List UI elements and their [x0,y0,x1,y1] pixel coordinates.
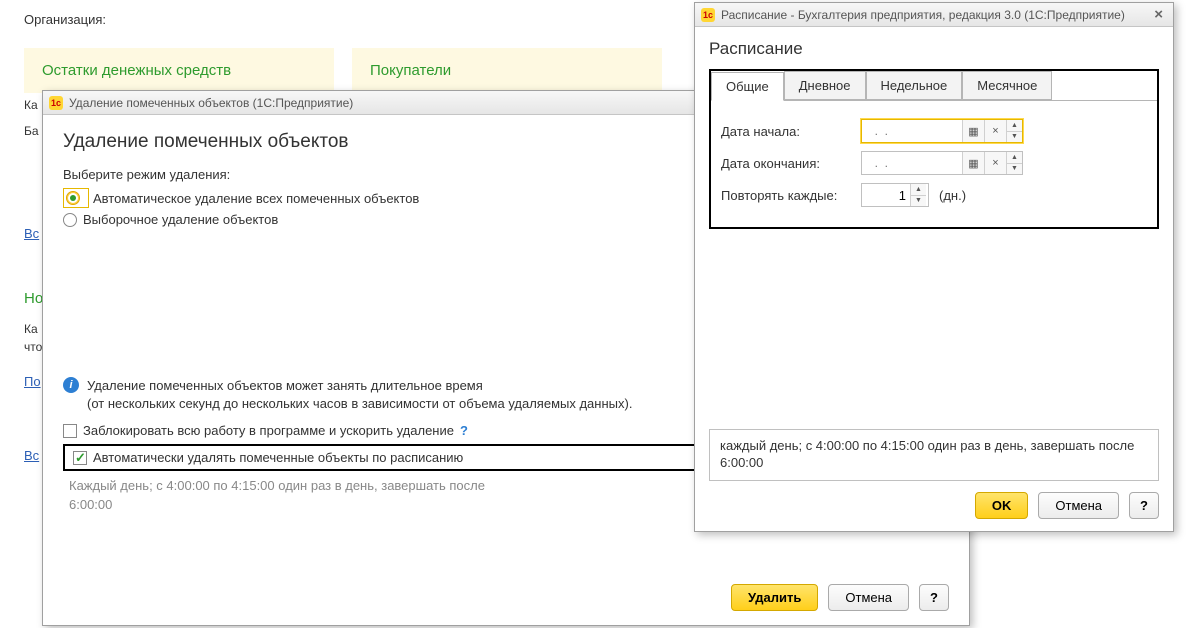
info-icon: i [63,377,79,393]
help-icon[interactable]: ? [460,423,468,438]
tab-daily[interactable]: Дневное [784,71,866,100]
spin-up-icon[interactable]: ▲ [1006,152,1022,164]
bg-tab-cash[interactable]: Остатки денежных средств [24,48,334,93]
radio-select-label: Выборочное удаление объектов [83,212,278,227]
repeat-field[interactable]: ▲▼ [861,183,929,207]
calendar-icon[interactable]: ▦ [962,120,984,142]
chk-auto-label: Автоматически удалять помеченные объекты… [93,450,463,465]
spinner[interactable]: ▲▼ [1006,120,1022,142]
ok-button[interactable]: OK [975,492,1029,519]
cancel-button[interactable]: Отмена [1038,492,1119,519]
end-date-field[interactable]: ▦ × ▲▼ [861,151,1023,175]
spin-down-icon[interactable]: ▼ [1006,132,1022,143]
tab-weekly[interactable]: Недельное [866,71,963,100]
bg-link-1[interactable]: Вс [24,226,39,241]
1c-logo-icon: 1c [49,96,63,110]
bg-link-3[interactable]: Вс [24,448,39,463]
1c-logo-icon: 1c [701,8,715,22]
radio-auto-label: Автоматическое удаление всех помеченных … [93,191,419,206]
schedule-dialog: 1c Расписание - Бухгалтерия предприятия,… [694,2,1174,532]
radio-icon [63,213,77,227]
help-button[interactable]: ? [919,584,949,611]
dialog2-titlebar[interactable]: 1c Расписание - Бухгалтерия предприятия,… [695,3,1173,27]
info-line2: (от нескольких секунд до нескольких часо… [87,395,632,413]
start-date-label: Дата начала: [721,124,861,139]
bg-text-3: Но [24,290,43,307]
close-icon[interactable]: × [1150,6,1167,23]
dialog2-title: Расписание - Бухгалтерия предприятия, ре… [721,8,1125,22]
tab-monthly[interactable]: Месячное [962,71,1052,100]
delete-button[interactable]: Удалить [731,584,818,611]
repeat-unit: (дн.) [939,188,966,203]
spinner[interactable]: ▲▼ [910,184,926,206]
bg-text-4: Ка [24,322,38,336]
repeat-input[interactable] [862,184,910,206]
clear-icon[interactable]: × [984,152,1006,174]
radio-icon [66,191,80,205]
spin-down-icon[interactable]: ▼ [1006,164,1022,175]
clear-icon[interactable]: × [984,120,1006,142]
dialog2-header: Расписание [709,39,1159,59]
help-button[interactable]: ? [1129,492,1159,519]
bg-text-2: Ба [24,124,39,138]
bg-text-1: Ка [24,98,38,112]
spinner[interactable]: ▲▼ [1006,152,1022,174]
chk-block-label: Заблокировать всю работу в программе и у… [83,423,454,438]
tabs: Общие Дневное Недельное Месячное [711,71,1157,100]
bg-text-5: что [24,340,42,354]
end-date-input[interactable] [862,152,962,174]
bg-tab-buyers[interactable]: Покупатели [352,48,662,93]
start-date-input[interactable] [862,120,962,142]
bg-link-2[interactable]: По [24,374,41,389]
cancel-button[interactable]: Отмена [828,584,909,611]
checkbox-icon [63,424,77,438]
tab-frame-highlight: Общие Дневное Недельное Месячное Дата на… [709,69,1159,229]
spin-up-icon[interactable]: ▲ [1006,120,1022,132]
schedule-description: каждый день; с 4:00:00 по 4:15:00 один р… [709,429,1159,481]
org-label: Организация: [24,12,106,27]
dialog1-title: Удаление помеченных объектов (1С:Предпри… [69,96,353,110]
spin-up-icon[interactable]: ▲ [910,184,926,196]
end-date-label: Дата окончания: [721,156,861,171]
schedule-summary: Каждый день; с 4:00:00 по 4:15:00 один р… [69,477,529,513]
start-date-field[interactable]: ▦ × ▲▼ [861,119,1023,143]
spin-down-icon[interactable]: ▼ [910,196,926,207]
repeat-label: Повторять каждые: [721,188,861,203]
info-line1: Удаление помеченных объектов может занят… [87,377,632,395]
checkbox-icon[interactable] [73,451,87,465]
calendar-icon[interactable]: ▦ [962,152,984,174]
tab-common[interactable]: Общие [711,72,784,101]
